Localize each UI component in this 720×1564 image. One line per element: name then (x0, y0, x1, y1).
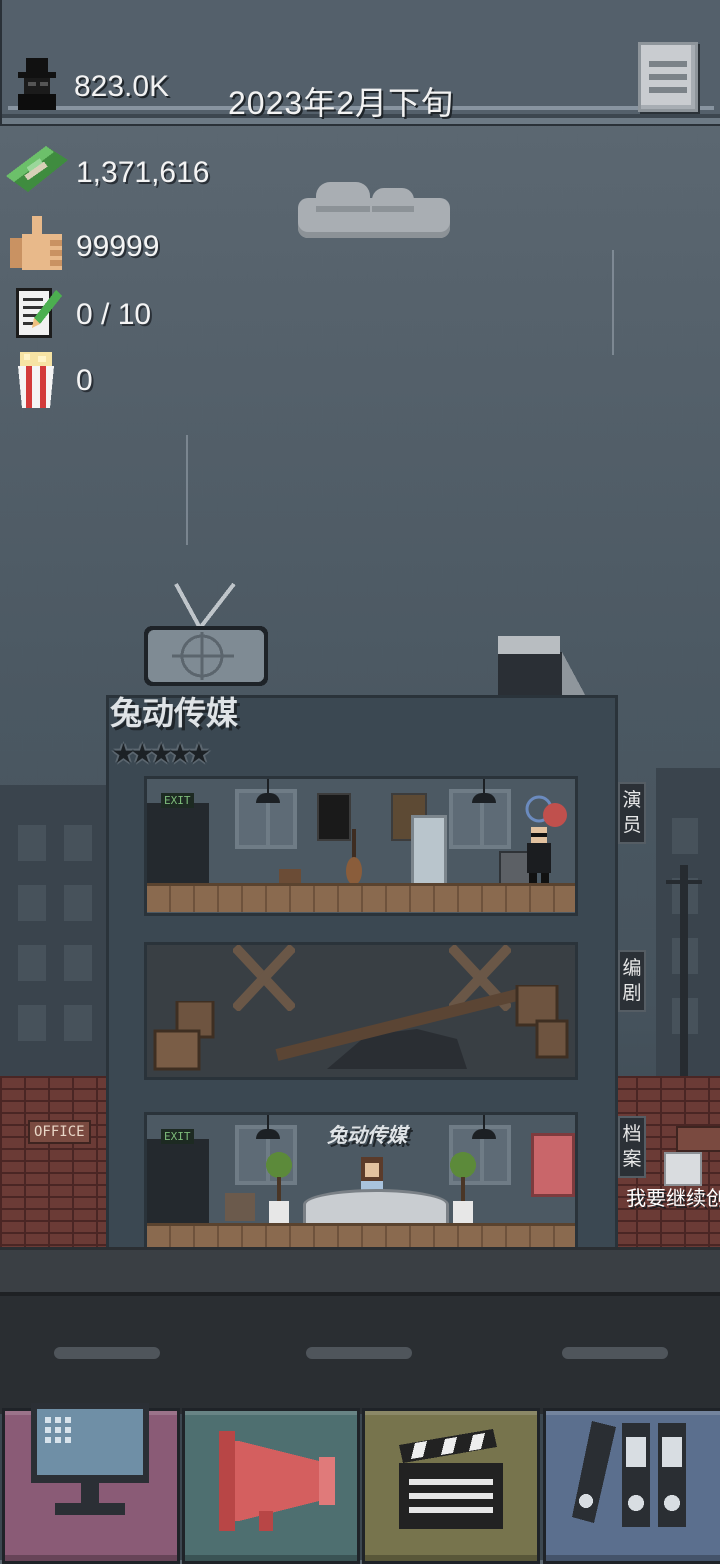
potted-plant (265, 1151, 293, 1223)
scripts-value: 0 / 10 (76, 298, 152, 331)
floor-boards (147, 1223, 575, 1250)
archive-button[interactable] (543, 1408, 720, 1564)
popcorn-icon (18, 352, 54, 412)
mirror (411, 815, 447, 887)
fame-value: 823.0K (74, 70, 170, 103)
clapperboard-icon (393, 1425, 513, 1539)
floor-label-writers[interactable]: 编剧 (618, 950, 646, 1012)
floor-label-actors[interactable]: 演员 (618, 782, 646, 844)
hamburger-menu-icon (649, 61, 687, 67)
continue-prompt-text[interactable]: 我要继续创作 (626, 1182, 720, 1211)
guitar-icon (345, 829, 363, 887)
gangster-hat-icon (12, 58, 62, 110)
reception-wall-sign: 兔动传媒 (327, 1123, 407, 1147)
umbrella-stand (225, 1193, 255, 1221)
exit-sign: EXIT (161, 1129, 194, 1144)
lane-marking (562, 1347, 668, 1359)
background-building-left (0, 785, 112, 1085)
binders-icon (568, 1417, 698, 1541)
document-icon (664, 1152, 702, 1186)
cat-poster (531, 1133, 575, 1197)
date-display: 2023年2月下旬 (228, 85, 454, 121)
ceiling-lamp (472, 793, 496, 803)
computer-icon (25, 1403, 155, 1527)
computer-button[interactable] (2, 1403, 180, 1564)
popcorn-value: 0 (76, 364, 93, 397)
megaphone-icon (209, 1421, 339, 1545)
menu-button[interactable] (638, 42, 698, 112)
clapperboard-button[interactable] (362, 1408, 540, 1564)
floor-reception[interactable]: EXIT 兔动传媒 (144, 1112, 578, 1254)
thumbs-up-icon (10, 216, 64, 276)
utility-pole (680, 865, 688, 1080)
potted-plant (449, 1151, 477, 1223)
floor-boards (147, 883, 575, 912)
money-icon (6, 146, 68, 198)
wooden-crates (153, 999, 219, 1071)
money-value: 1,371,616 (76, 156, 210, 189)
exit-sign: EXIT (161, 793, 194, 808)
lane-marking (54, 1347, 160, 1359)
sidewalk (0, 1247, 720, 1295)
rooftop-tv (142, 582, 270, 686)
agent-character[interactable] (525, 827, 553, 889)
floor-writers-ruined[interactable] (144, 942, 578, 1080)
rating-stars: ★★★★★ (112, 728, 210, 772)
lane-marking (306, 1347, 412, 1359)
script-notepad-icon (16, 288, 64, 342)
background-building-right (656, 768, 720, 1088)
floor-actors[interactable]: EXIT (144, 776, 578, 916)
debris-pile (267, 983, 587, 1073)
ceiling-lamp (256, 1129, 280, 1139)
megaphone-button[interactable] (182, 1408, 360, 1564)
ceiling-lamp (472, 1129, 496, 1139)
ceiling-lamp (256, 793, 280, 803)
office-sign: OFFICE (28, 1120, 91, 1144)
floor-label-archive[interactable]: 档案 (618, 1116, 646, 1178)
brick-wall-left (0, 1076, 110, 1248)
likes-value: 99999 (76, 230, 160, 263)
